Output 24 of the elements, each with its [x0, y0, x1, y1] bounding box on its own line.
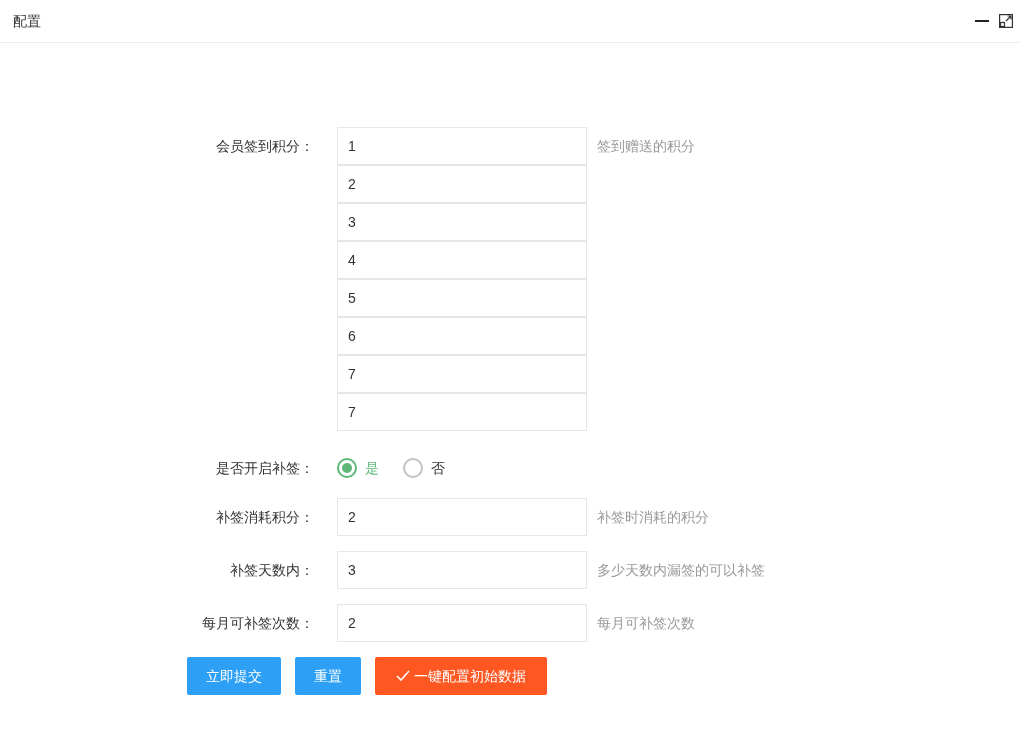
input-field[interactable]: 2 — [337, 165, 587, 203]
field-label: 每月可补签次数： — [201, 613, 315, 633]
input-field[interactable]: 6 — [337, 317, 587, 355]
input-field[interactable]: 4 — [337, 241, 587, 279]
input-field[interactable]: 2 — [337, 498, 587, 536]
field-label: 会员签到积分： — [215, 137, 315, 156]
input-field[interactable]: 2 — [337, 604, 587, 642]
maximize-icon[interactable] — [999, 14, 1013, 28]
field-hint: 每月可补签次数 — [597, 613, 695, 633]
input-field[interactable]: 7 — [337, 355, 587, 393]
field-hint: 签到赠送的积分 — [597, 137, 695, 156]
field-label: 补签天数内： — [229, 560, 315, 580]
field-hint: 多少天数内漏签的可以补签 — [597, 560, 765, 580]
field-label: 补签消耗积分： — [215, 507, 315, 527]
input-field[interactable]: 5 — [337, 279, 587, 317]
input-field[interactable]: 3 — [337, 203, 587, 241]
input-field[interactable]: 1 — [337, 127, 587, 165]
input-field[interactable]: 3 — [337, 551, 587, 589]
field-label: 是否开启补签： — [215, 458, 315, 478]
radio-option[interactable]: 否 — [403, 457, 445, 479]
input-field[interactable]: 7 — [337, 393, 587, 431]
check-icon — [396, 670, 410, 682]
window-title: 配置 — [13, 11, 41, 31]
field-hint: 补签时消耗的积分 — [597, 507, 709, 527]
